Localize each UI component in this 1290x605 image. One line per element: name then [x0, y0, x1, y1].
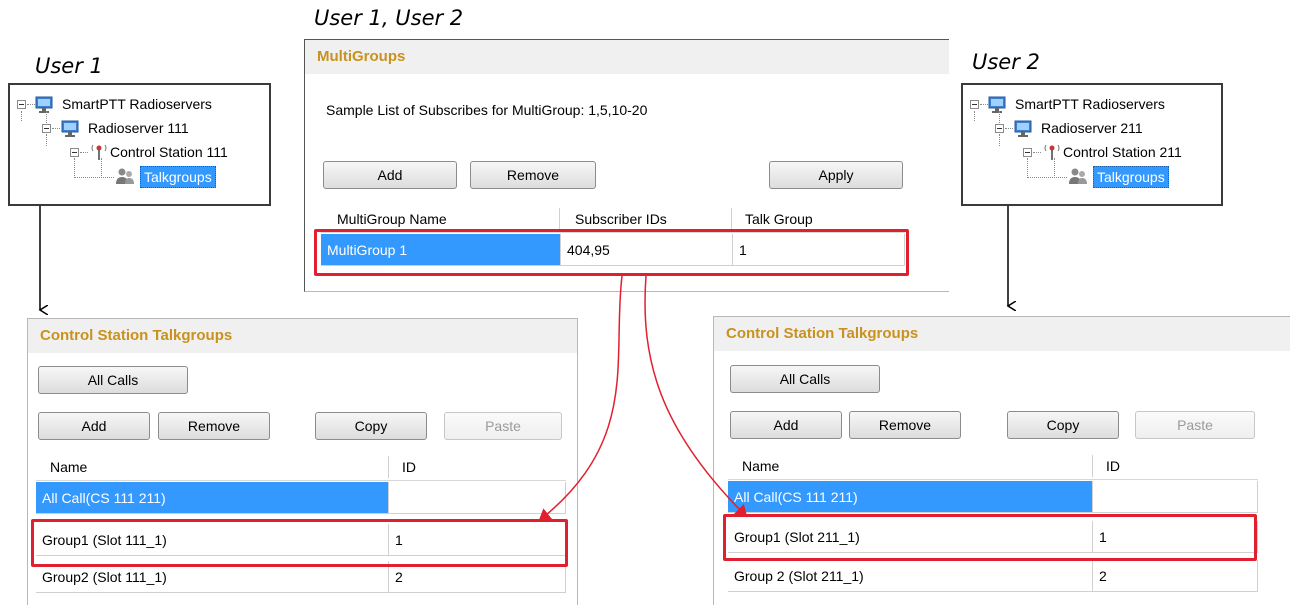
- arrow-multigroup-to-group1-user-1: [538, 275, 623, 522]
- connector-arrows: [0, 206, 1290, 522]
- arrow-multigroup-to-group1-user-2: [644, 275, 748, 518]
